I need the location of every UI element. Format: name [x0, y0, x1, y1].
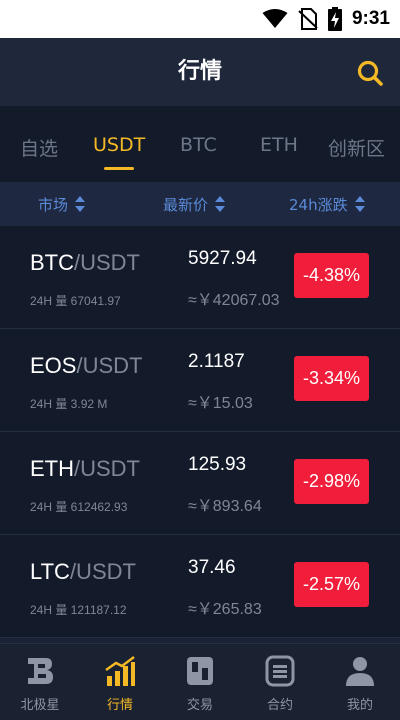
volume-24h: 24H 量 3.92 M — [30, 397, 108, 411]
app-header: 行情 — [0, 38, 400, 106]
base-asset: LTC — [30, 559, 70, 584]
change-badge[interactable]: -2.98% — [294, 459, 369, 504]
pair-name: LTC/USDT — [30, 559, 136, 585]
pair-name: EOS/USDT — [30, 353, 142, 379]
volume-24h: 24H 量 67041.97 — [30, 294, 121, 308]
nav-label: 北极星 — [20, 698, 60, 713]
quote-asset: /USDT — [74, 456, 140, 481]
status-icons: 9:31 — [262, 6, 390, 32]
polaris-icon — [28, 658, 53, 684]
cny-price: ≈￥42067.03 — [188, 292, 280, 309]
base-asset: BTC — [30, 250, 74, 275]
volume-24h: 24H 量 121187.12 — [30, 603, 127, 617]
change-badge[interactable]: -3.34% — [294, 356, 369, 401]
last-price: 125.93 — [188, 454, 247, 475]
last-price: 37.46 — [188, 557, 236, 578]
market-row-eos[interactable]: EOS/USDT 24H 量 3.92 M 2.1187 ≈￥15.03 -3.… — [0, 329, 400, 432]
tab-innovation[interactable]: 创新区 — [328, 134, 385, 164]
change-badge[interactable]: -2.57% — [294, 562, 369, 607]
nav-label: 合约 — [266, 698, 293, 713]
base-asset: EOS — [30, 353, 77, 378]
battery-charging-icon — [327, 7, 342, 31]
sort-icon — [354, 196, 365, 212]
volume-24h: 24H 量 612462.93 — [30, 500, 128, 514]
nav-label: 我的 — [346, 698, 373, 713]
change-badge[interactable]: -4.38% — [294, 253, 369, 298]
tab-usdt[interactable]: USDT — [93, 134, 145, 164]
nav-market[interactable]: 行情 — [80, 644, 160, 720]
cny-price: ≈￥893.64 — [188, 498, 262, 515]
column-change-label: 24h涨跌 — [289, 195, 348, 214]
pair-name: ETH/USDT — [30, 456, 140, 482]
profile-icon — [346, 657, 374, 686]
status-time: 9:31 — [351, 8, 390, 29]
column-price-label: 最新价 — [163, 195, 209, 214]
nav-trade[interactable]: 交易 — [160, 644, 240, 720]
last-price: 5927.94 — [188, 248, 257, 269]
sort-price-button[interactable]: 最新价 — [163, 193, 226, 215]
base-asset: ETH — [30, 456, 74, 481]
contract-icon — [265, 655, 295, 687]
trade-icon — [187, 657, 213, 685]
status-bar: 9:31 — [0, 0, 400, 38]
column-market-label: 市场 — [38, 195, 69, 214]
market-row-btc[interactable]: BTC/USDT 24H 量 67041.97 5927.94 ≈￥42067.… — [0, 226, 400, 329]
bottom-nav: 北极星 行情 交易 合约 我的 — [0, 643, 400, 720]
sort-icon — [75, 196, 86, 212]
column-header: 市场 最新价 24h涨跌 — [0, 182, 400, 226]
market-tabs: 自选 USDT BTC ETH 创新区 — [0, 106, 400, 182]
market-row-eth[interactable]: ETH/USDT 24H 量 612462.93 125.93 ≈￥893.64… — [0, 432, 400, 535]
market-row-ltc[interactable]: LTC/USDT 24H 量 121187.12 37.46 ≈￥265.83 … — [0, 535, 400, 638]
nav-contract[interactable]: 合约 — [240, 644, 320, 720]
sort-market-button[interactable]: 市场 — [38, 193, 86, 215]
active-tab-indicator — [104, 167, 134, 170]
last-price: 2.1187 — [188, 351, 245, 372]
tab-eth[interactable]: ETH — [260, 134, 298, 164]
quote-asset: /USDT — [69, 559, 136, 584]
search-icon[interactable] — [356, 59, 384, 87]
cny-price: ≈￥15.03 — [188, 395, 253, 412]
sort-change-button[interactable]: 24h涨跌 — [289, 193, 366, 215]
quote-asset: /USDT — [76, 353, 143, 378]
quote-asset: /USDT — [74, 250, 140, 275]
tab-btc[interactable]: BTC — [180, 134, 217, 164]
page-title: 行情 — [177, 59, 222, 84]
pair-name: BTC/USDT — [30, 250, 140, 276]
nav-label: 交易 — [186, 698, 213, 713]
wifi-icon — [262, 9, 288, 28]
nav-label: 行情 — [106, 698, 133, 713]
nav-profile[interactable]: 我的 — [320, 644, 400, 720]
tab-favorites[interactable]: 自选 — [20, 134, 58, 164]
no-sim-icon — [298, 8, 318, 30]
cny-price: ≈￥265.83 — [188, 601, 262, 618]
sort-icon — [215, 196, 226, 212]
nav-polaris[interactable]: 北极星 — [0, 644, 80, 720]
market-chart-icon — [105, 656, 135, 686]
